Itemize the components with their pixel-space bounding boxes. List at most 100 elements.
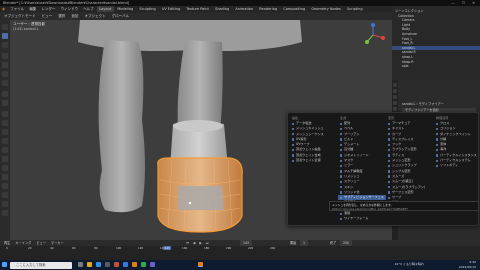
outliner-item[interactable]: sandal.R	[392, 50, 480, 54]
timeline-tick-label: 40	[50, 246, 54, 250]
spin-tool-icon[interactable]	[2, 165, 8, 171]
modifier-category-column: 変形 アーマチュア キャスト カーブ ディスプレイス フック ラプラシアン変形 ラティス メッシ…	[386, 116, 434, 206]
modifier-tooltip: メッシュを再分割し、なめらかな外観にします。 Python: bpy.ops.o…	[329, 201, 479, 211]
taskbar-search-input[interactable]: ここに入力して検索	[10, 261, 72, 269]
blender-active-icon[interactable]	[198, 262, 203, 267]
scale-tool-icon[interactable]	[2, 71, 8, 77]
modifier-menu-item[interactable]: ソフトボディ	[434, 163, 480, 168]
outliner-item[interactable]: Foot_L	[392, 37, 480, 41]
measure-tool-icon[interactable]	[2, 100, 8, 106]
rotate-tool-icon[interactable]	[2, 62, 8, 68]
cursor-tool-icon[interactable]	[2, 42, 8, 48]
outliner-item[interactable]: sandal.L	[392, 45, 480, 50]
weather-widget[interactable]: 22°C くもり時々晴れ	[395, 262, 424, 267]
sandal-inner	[178, 186, 224, 210]
clock-date[interactable]: 2022/06/10	[459, 265, 476, 270]
properties-object-name: sandal.L	[402, 102, 416, 106]
store-icon[interactable]	[105, 262, 110, 267]
timeline-menu-view[interactable]: ビュー	[36, 241, 46, 245]
outliner-item[interactable]: シーンコレクション	[392, 9, 480, 13]
transform-orientation[interactable]: グローバル	[112, 12, 129, 20]
outliner-item[interactable]: Collection	[392, 14, 480, 18]
view-menu[interactable]: ビュー	[42, 12, 53, 20]
origin-point	[188, 201, 192, 205]
output-tab-icon[interactable]	[393, 95, 397, 99]
select-box-tool-icon[interactable]	[2, 33, 8, 39]
timeline-editor: 再生 キーイング ビュー マーカー ⏮ ◀ ▶ ⏭ 143 開始 1 終了 25…	[0, 240, 480, 260]
viewport-header: オブジェクトモード ビュー 選択 追加 オブジェクト グローバル	[0, 12, 392, 20]
smooth-tool-icon[interactable]	[2, 174, 8, 180]
inset-tool-icon[interactable]	[2, 120, 8, 126]
outliner-item[interactable]: strap.L	[392, 55, 480, 59]
timeline-tick-label: 0	[6, 246, 8, 250]
timeline-tick-label: 160	[182, 246, 188, 250]
timeline-tick-label: 120	[138, 246, 144, 250]
shear-tool-icon[interactable]	[2, 201, 8, 207]
timeline-tick-label: 200	[226, 246, 232, 250]
knife-tool-icon[interactable]	[2, 147, 8, 153]
poly-build-tool-icon[interactable]	[2, 156, 8, 162]
loop-cut-tool-icon[interactable]	[2, 138, 8, 144]
file-explorer-icon[interactable]	[87, 262, 92, 267]
rip-tool-icon[interactable]	[2, 210, 8, 216]
transform-tool-icon[interactable]	[2, 80, 8, 86]
windows-start-icon[interactable]	[2, 262, 7, 267]
bevel-tool-icon[interactable]	[2, 129, 8, 135]
timeline-tick-label: 100	[116, 246, 122, 250]
outliner-item[interactable]: Light	[392, 23, 480, 27]
tool-shelf	[0, 20, 10, 240]
modifier-menu-item[interactable]: 頂点ウェイト近接	[290, 158, 338, 163]
select-menu[interactable]: 選択	[58, 12, 65, 20]
timeline-tick-label: 80	[94, 246, 98, 250]
timeline-menu-keying[interactable]: キーイング	[15, 241, 31, 245]
blender-taskbar-icon[interactable]	[132, 262, 137, 267]
render-tab-icon[interactable]	[393, 89, 397, 93]
properties-section-name: モディファイアー	[418, 102, 444, 106]
outliner-item[interactable]: Body	[392, 27, 480, 31]
scene-tab-icon[interactable]	[393, 107, 397, 111]
view-layer-tab-icon[interactable]	[393, 101, 397, 105]
navigation-gizmo[interactable]	[360, 22, 386, 48]
mail-icon[interactable]	[123, 262, 128, 267]
add-menu[interactable]: 追加	[71, 12, 78, 20]
object-menu[interactable]: オブジェクト	[85, 12, 106, 20]
timeline-ruler[interactable]: 020406080100120140160180200220240	[0, 246, 480, 251]
tweak-tool-icon[interactable]	[2, 24, 8, 30]
tooltip-python: Python: bpy.ops.object.modifier_add(type…	[332, 207, 409, 211]
office-icon[interactable]	[114, 262, 119, 267]
window-title: Blender* [C:¥Users¥user¥Downloads¥Blende…	[3, 1, 130, 5]
sock-rim	[173, 120, 223, 132]
tool-tab-icon[interactable]	[393, 83, 397, 87]
outliner-item[interactable]: strap.R	[392, 60, 480, 64]
move-tool-icon[interactable]	[2, 53, 8, 59]
system-tray[interactable]: 22°C くもり時々晴れ 9:40 2022/06/10	[395, 260, 476, 270]
annotate-tool-icon[interactable]	[2, 91, 8, 97]
current-frame-indicator[interactable]: 143	[163, 246, 171, 250]
modifier-category-column: 物理演算 クロス コリジョン ダイナミックペイント 分解 流体 海洋 パーティクルインスタンス…	[434, 116, 480, 169]
right-leg-mesh	[177, 40, 223, 132]
shrink-tool-icon[interactable]	[2, 192, 8, 198]
app-icon[interactable]	[150, 262, 155, 267]
viewport-collection-info: (143) sandal.L	[13, 27, 39, 31]
timeline-tick-label: 220	[248, 246, 254, 250]
timeline-menu-playback[interactable]: 再生	[4, 241, 10, 245]
edge-slide-tool-icon[interactable]	[2, 183, 8, 189]
properties-breadcrumb: sandal.L › モディファイアー	[402, 102, 444, 106]
chrome-icon[interactable]	[141, 262, 146, 267]
outliner-item[interactable]: sole	[392, 64, 480, 68]
outliner-item[interactable]: Armature	[392, 32, 480, 36]
task-view-icon[interactable]	[78, 262, 83, 267]
left-leg-mesh	[98, 40, 145, 213]
modifier-menu-item[interactable]: ワイヤーフレーム	[338, 216, 386, 221]
outliner-panel: シーンコレクション Collection Camera Light Body Armatu…	[392, 6, 480, 80]
extrude-tool-icon[interactable]	[2, 111, 8, 117]
timeline-menu-marker[interactable]: マーカー	[51, 241, 64, 245]
timeline-tick-label: 20	[28, 246, 32, 250]
edge-browser-icon[interactable]	[96, 262, 101, 267]
windows-taskbar: ここに入力して検索 22°C くもり時々晴れ 9:40 2022/06/10	[0, 260, 480, 270]
mode-selector[interactable]: オブジェクトモード	[4, 12, 36, 20]
modifier-category-column: 編集 データ転送 メッシュキャッシュ メッシュシーケンス UV投影 UVワープ 頂点ウェイト…	[290, 116, 338, 163]
outliner-item[interactable]: Camera	[392, 18, 480, 22]
timeline-tick-label: 180	[204, 246, 210, 250]
outliner-item[interactable]: Foot_R	[392, 41, 480, 45]
